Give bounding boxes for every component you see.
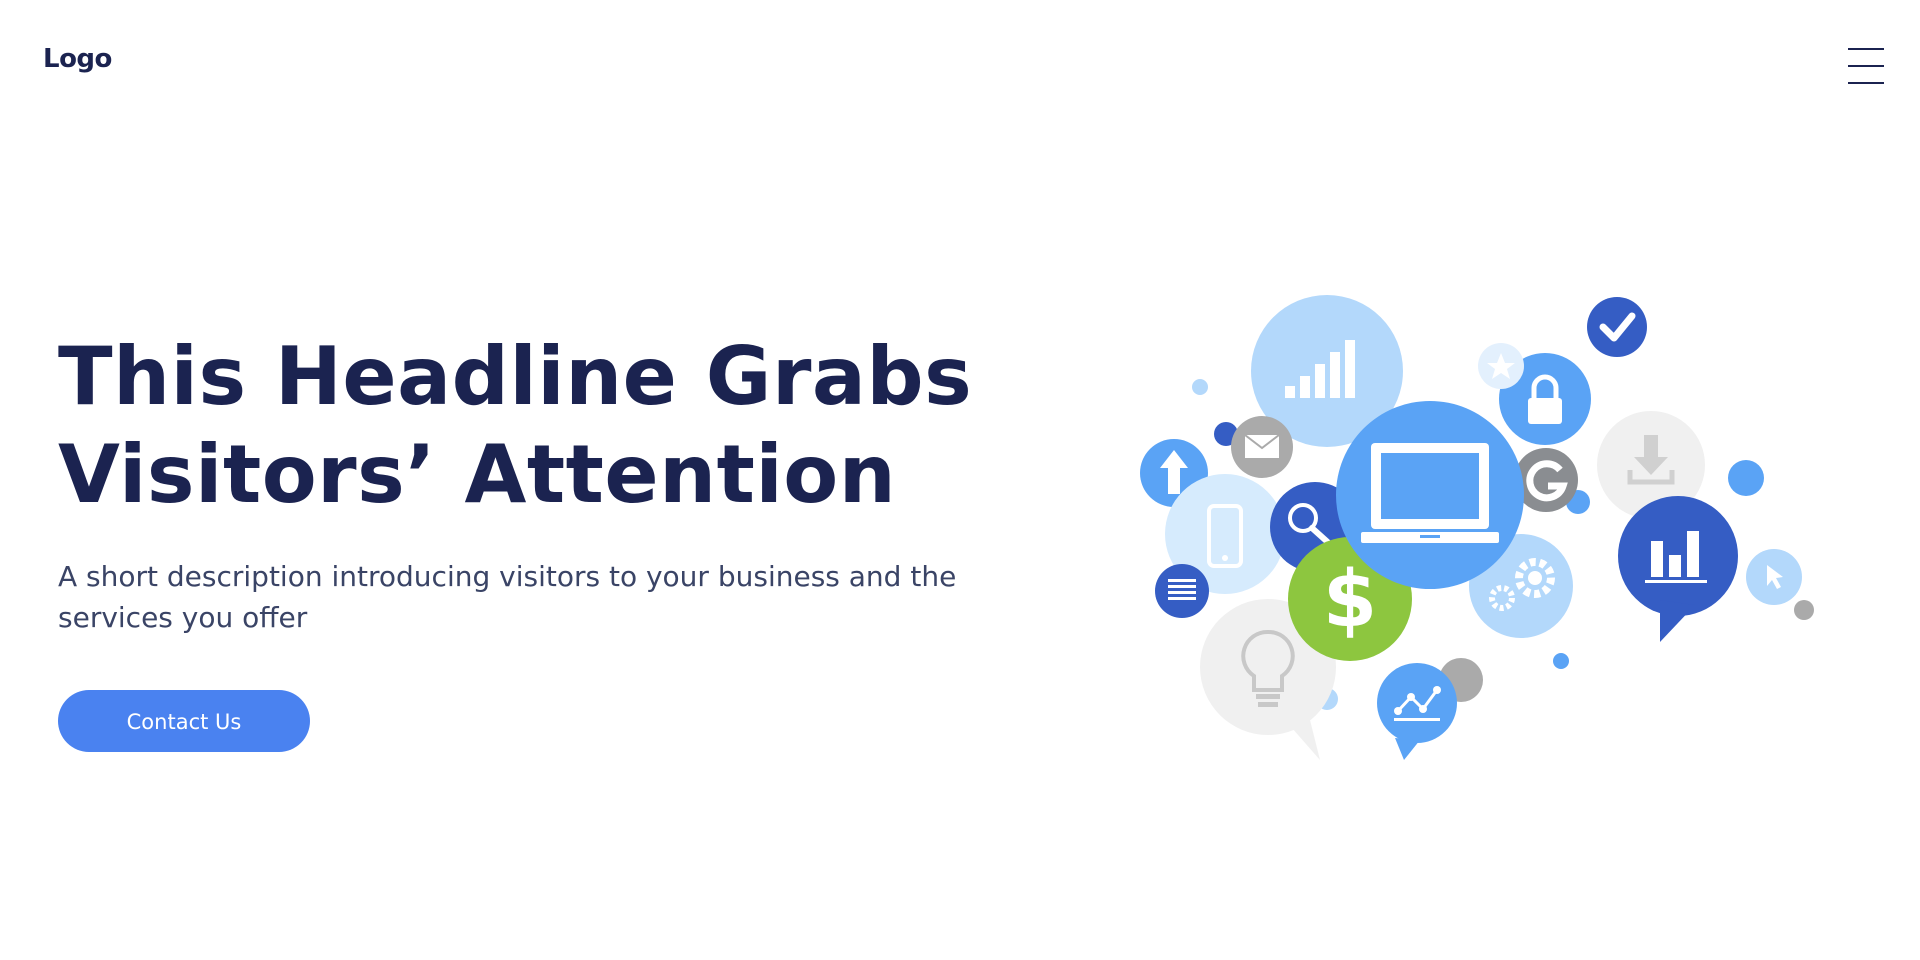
decor-dot xyxy=(1553,653,1569,669)
bar-chart-icon xyxy=(1618,496,1738,642)
cursor-icon xyxy=(1746,549,1802,605)
hamburger-menu-icon[interactable] xyxy=(1848,48,1884,86)
menu-line xyxy=(1848,65,1884,67)
decor-dot xyxy=(1794,600,1814,620)
logo[interactable]: Logo xyxy=(43,44,112,74)
headline-line-2: Visitors’ Attention xyxy=(58,428,897,521)
hero-headline: This Headline Grabs Visitors’ Attention xyxy=(58,328,978,524)
hero-section: This Headline Grabs Visitors’ Attention … xyxy=(58,328,978,752)
decor-dot xyxy=(1728,460,1764,496)
laptop-icon xyxy=(1336,401,1524,589)
contact-us-button[interactable]: Contact Us xyxy=(58,690,310,752)
line-chart-icon xyxy=(1377,663,1457,760)
decor-dot xyxy=(1192,379,1208,395)
hero-illustration: $ xyxy=(1140,295,1814,760)
checkmark-icon xyxy=(1587,297,1647,357)
star-icon xyxy=(1478,343,1524,389)
mail-icon xyxy=(1231,416,1293,478)
svg-text:$: $ xyxy=(1323,555,1377,645)
hero-description: A short description introducing visitors… xyxy=(58,560,957,634)
menu-line xyxy=(1848,82,1884,84)
headline-line-1: This Headline Grabs xyxy=(58,330,973,423)
document-icon xyxy=(1155,564,1209,618)
menu-line xyxy=(1848,48,1884,50)
